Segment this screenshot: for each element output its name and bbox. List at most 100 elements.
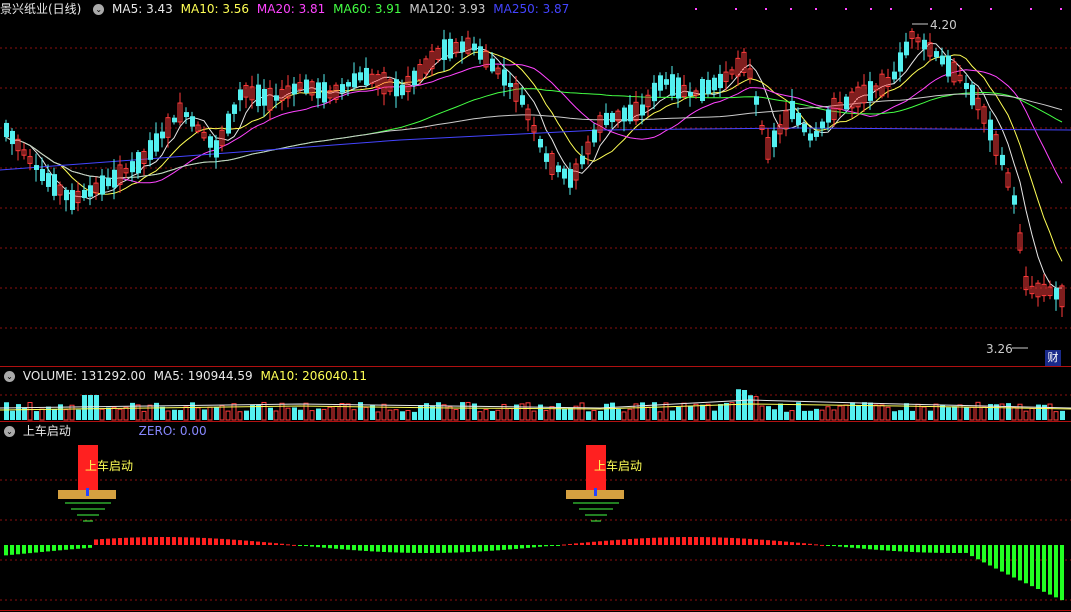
histogram-bar — [676, 537, 680, 545]
candle-body — [892, 71, 897, 80]
histogram-bar — [430, 545, 434, 553]
volume-bar — [981, 406, 987, 421]
finance-badge[interactable]: 财 — [1045, 350, 1061, 366]
candle-body — [988, 119, 993, 141]
volume-bar — [130, 402, 135, 420]
event-dot — [990, 8, 992, 10]
volume-bar — [663, 402, 669, 421]
candle-body — [70, 190, 75, 210]
event-dot — [845, 8, 847, 10]
histogram-bar — [532, 545, 536, 548]
volume-bar — [712, 410, 717, 420]
histogram-bar — [886, 545, 890, 551]
candle-body — [592, 129, 597, 143]
histogram-bar — [616, 539, 620, 545]
candle-body — [82, 189, 87, 199]
candle-body — [100, 175, 105, 195]
candle-body — [826, 109, 831, 123]
histogram-bar — [106, 538, 110, 545]
candle-body — [868, 81, 873, 101]
candle-body — [358, 72, 363, 81]
histogram-bar — [250, 541, 254, 545]
histogram-bar — [964, 545, 968, 553]
volume-bar — [34, 411, 39, 420]
histogram-bar — [736, 538, 740, 545]
volume-bar — [10, 410, 15, 420]
candle-body — [658, 75, 663, 91]
volume-bar — [225, 410, 231, 421]
volume-bar — [261, 401, 267, 421]
histogram-bar — [406, 545, 410, 553]
histogram-bar — [580, 542, 584, 545]
histogram-bar — [136, 537, 140, 545]
histogram-bar — [622, 539, 626, 545]
volume-bar — [525, 402, 531, 421]
volume-bar — [477, 411, 483, 421]
candle-body — [160, 131, 165, 139]
histogram-bar — [850, 545, 854, 548]
histogram-bar — [802, 543, 806, 545]
histogram-bar — [298, 545, 302, 546]
candle-body — [274, 95, 279, 101]
candle-body — [34, 165, 39, 170]
candle-body — [628, 104, 633, 122]
chart-canvas[interactable] — [0, 0, 1071, 612]
histogram-bar — [538, 545, 542, 547]
candle-body — [508, 82, 513, 88]
event-dot — [870, 8, 872, 10]
volume-bar — [748, 395, 753, 420]
histogram-bar — [184, 537, 188, 545]
volume-bar — [573, 405, 579, 421]
histogram-bar — [154, 537, 158, 545]
candle-body — [394, 79, 399, 97]
histogram-bar — [280, 543, 284, 545]
histogram-bar — [394, 545, 398, 553]
event-dot — [1030, 8, 1032, 10]
volume-bar — [268, 407, 273, 420]
histogram-bar — [400, 545, 404, 553]
histogram-bar — [838, 545, 842, 547]
collapse-icon[interactable]: ⌄ — [93, 4, 105, 15]
candle-body — [106, 177, 111, 187]
histogram-bar — [976, 545, 980, 560]
histogram-bar — [790, 542, 794, 545]
volume-bar — [621, 411, 627, 421]
collapse-icon[interactable]: ⌄ — [4, 426, 15, 437]
histogram-bar — [58, 545, 62, 551]
candle-body — [490, 58, 495, 72]
ma10-label: MA10: 3.56 — [180, 2, 250, 16]
histogram-bar — [304, 545, 308, 547]
price-legend: 景兴纸业(日线) ⌄ MA5: 3.43 MA10: 3.56 MA20: 3.… — [0, 0, 573, 18]
volume-bar — [742, 389, 747, 420]
candle-body — [700, 79, 705, 101]
histogram-bar — [28, 545, 32, 554]
candle-body — [820, 121, 825, 129]
histogram-bar — [994, 545, 998, 569]
volume-bar — [111, 406, 117, 421]
histogram-bar — [760, 539, 764, 545]
volume-bar — [1053, 411, 1059, 421]
volume-bar — [447, 406, 453, 421]
collapse-icon[interactable]: ⌄ — [4, 371, 15, 382]
histogram-bar — [508, 545, 512, 550]
candle-body — [412, 70, 417, 86]
candle-body — [844, 96, 849, 110]
histogram-bar — [826, 545, 830, 546]
histogram-bar — [418, 545, 422, 553]
volume-bar — [460, 402, 465, 420]
candle-body — [400, 84, 405, 96]
histogram-bar — [880, 545, 884, 551]
volume-bar — [309, 410, 315, 421]
volume-bar — [250, 405, 255, 420]
histogram-bar — [1018, 545, 1022, 581]
histogram-bar — [910, 545, 914, 552]
candle-body — [448, 38, 453, 59]
histogram-bar — [286, 544, 290, 546]
histogram-bar — [370, 545, 374, 552]
candle-body — [226, 113, 231, 134]
volume-bar — [237, 411, 243, 421]
histogram-bar — [412, 545, 416, 553]
candle-body — [460, 41, 465, 52]
histogram-bar — [340, 545, 344, 550]
histogram-bar — [466, 545, 470, 553]
